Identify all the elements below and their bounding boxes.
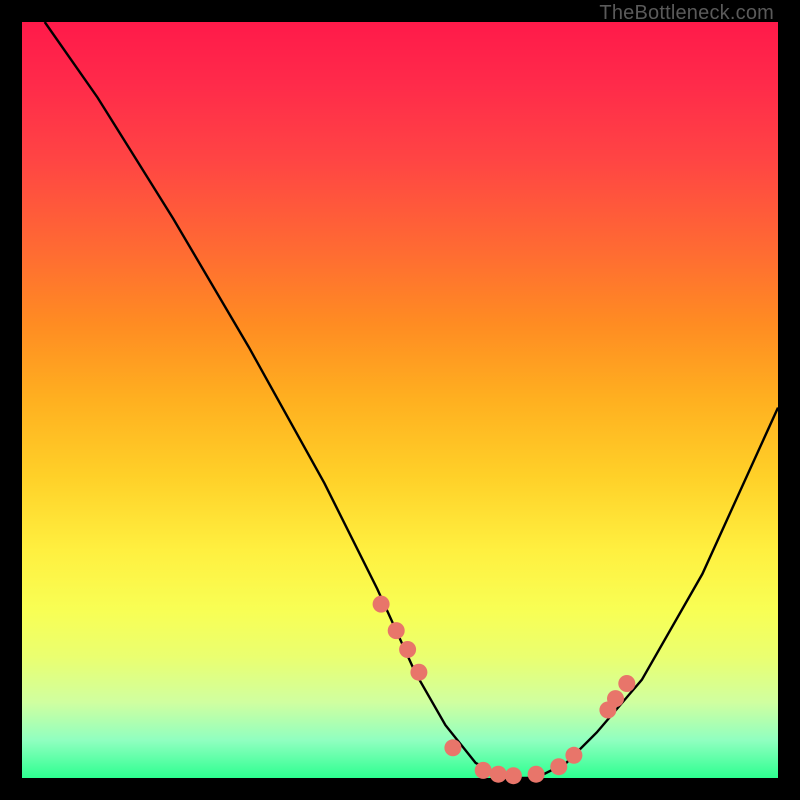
highlight-point (505, 767, 522, 784)
highlight-point (550, 758, 567, 775)
highlight-point (475, 762, 492, 779)
chart-frame: TheBottleneck.com (0, 0, 800, 800)
highlight-point (528, 766, 545, 783)
highlight-point (444, 739, 461, 756)
plot-area (22, 22, 778, 778)
highlight-point (399, 641, 416, 658)
highlight-point (373, 596, 390, 613)
highlight-point (618, 675, 635, 692)
highlight-point (607, 690, 624, 707)
bottleneck-curve (45, 22, 778, 778)
curve-svg (22, 22, 778, 778)
highlight-point (388, 622, 405, 639)
highlight-point (490, 766, 507, 783)
highlight-point (410, 664, 427, 681)
highlight-points-group (373, 596, 636, 785)
highlight-point (565, 747, 582, 764)
